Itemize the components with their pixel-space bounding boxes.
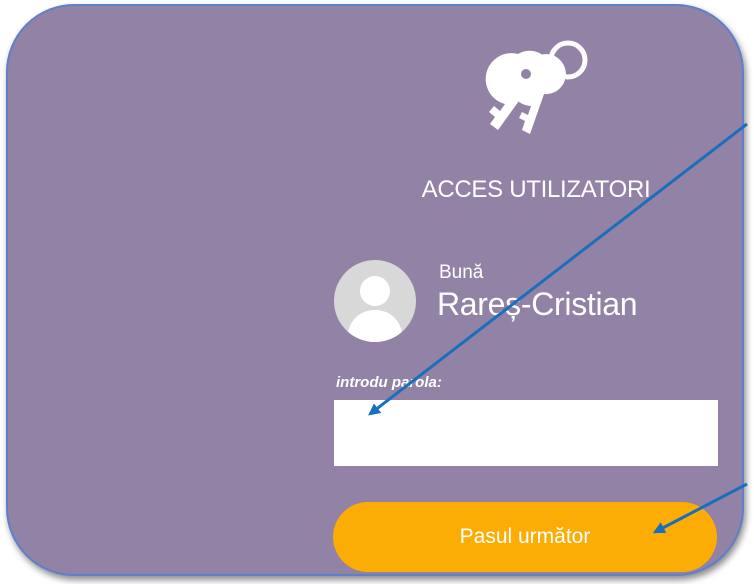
keys-icon [485,40,588,135]
password-label: introdu parola: [336,374,442,391]
login-panel: ACCES UTILIZATORI Bună Rareș-Cristian in… [6,4,744,576]
username-text: Rareș-Cristian [437,286,638,322]
next-step-button[interactable]: Pasul următor [333,502,717,572]
greeting-text: Bună [439,262,484,283]
password-input[interactable] [334,400,718,466]
user-avatar-icon [334,260,416,342]
page-title: ACCES UTILIZATORI [421,176,651,203]
